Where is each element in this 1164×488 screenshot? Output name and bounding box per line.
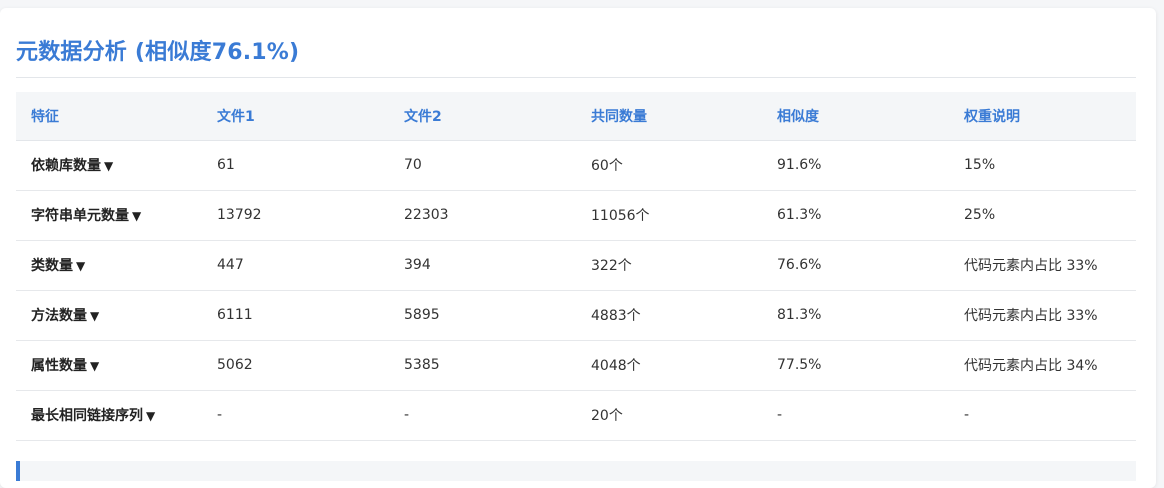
common-cell: 11056个 [576,190,762,241]
weight-cell: 代码元素内占比 33% [949,290,1136,341]
file2-cell: 5385 [389,340,576,391]
weight-cell: 代码元素内占比 34% [949,340,1136,391]
column-header-file1: 文件1 [202,92,389,141]
section-title: 元数据分析 (相似度76.1%) [16,40,300,65]
table-row: 最长相同链接序列 ▼ - - 20个 - - [16,390,1136,441]
file1-cell: - [202,390,389,441]
file1-cell: 5062 [202,340,389,391]
column-header-file2: 文件2 [389,92,576,141]
next-section-panel [16,461,1136,481]
column-header-similarity: 相似度 [762,92,949,141]
feature-cell-string-units[interactable]: 字符串单元数量 ▼ [16,190,202,241]
file1-cell: 61 [202,140,389,191]
common-cell: 4048个 [576,340,762,391]
triangle-down-icon[interactable]: ▼ [146,409,155,423]
file1-cell: 13792 [202,190,389,241]
feature-cell-classes[interactable]: 类数量 ▼ [16,240,202,291]
common-cell: 20个 [576,390,762,441]
feature-label: 属性数量 [31,358,87,374]
weight-cell: 代码元素内占比 33% [949,240,1136,291]
table-row: 方法数量 ▼ 6111 5895 4883个 81.3% 代码元素内占比 33% [16,290,1136,341]
feature-label: 方法数量 [31,308,87,324]
table-row: 字符串单元数量 ▼ 13792 22303 11056个 61.3% 25% [16,190,1136,241]
triangle-down-icon[interactable]: ▼ [90,309,99,323]
feature-cell-fields[interactable]: 属性数量 ▼ [16,340,202,391]
table-row: 依赖库数量 ▼ 61 70 60个 91.6% 15% [16,140,1136,191]
feature-label: 字符串单元数量 [31,208,129,224]
similarity-cell: - [762,390,949,441]
weight-cell: - [949,390,1136,441]
common-cell: 322个 [576,240,762,291]
file2-cell: 70 [389,140,576,191]
file2-cell: 5895 [389,290,576,341]
triangle-down-icon[interactable]: ▼ [104,159,113,173]
table-header-row: 特征 文件1 文件2 共同数量 相似度 权重说明 [16,92,1136,141]
weight-cell: 15% [949,140,1136,191]
file2-cell: - [389,390,576,441]
similarity-cell: 81.3% [762,290,949,341]
feature-label: 依赖库数量 [31,158,101,174]
column-header-feature: 特征 [16,92,202,141]
table-row: 类数量 ▼ 447 394 322个 76.6% 代码元素内占比 33% [16,240,1136,291]
triangle-down-icon[interactable]: ▼ [132,209,141,223]
file1-cell: 447 [202,240,389,291]
next-section-accent-bar [16,461,20,481]
feature-cell-methods[interactable]: 方法数量 ▼ [16,290,202,341]
feature-label: 类数量 [31,258,73,274]
triangle-down-icon[interactable]: ▼ [76,259,85,273]
common-cell: 4883个 [576,290,762,341]
similarity-cell: 77.5% [762,340,949,391]
weight-cell: 25% [949,190,1136,241]
file2-cell: 22303 [389,190,576,241]
similarity-cell: 91.6% [762,140,949,191]
triangle-down-icon[interactable]: ▼ [90,359,99,373]
file1-cell: 6111 [202,290,389,341]
metadata-table: 特征 文件1 文件2 共同数量 相似度 权重说明 依赖库数量 ▼ 61 70 60… [16,92,1136,441]
common-cell: 60个 [576,140,762,191]
feature-cell-longest-link-sequence[interactable]: 最长相同链接序列 ▼ [16,390,202,441]
title-divider [16,77,1136,78]
file2-cell: 394 [389,240,576,291]
similarity-cell: 61.3% [762,190,949,241]
feature-cell-dependencies[interactable]: 依赖库数量 ▼ [16,140,202,191]
column-header-weight: 权重说明 [949,92,1136,141]
column-header-common: 共同数量 [576,92,762,141]
feature-label: 最长相同链接序列 [31,408,143,424]
similarity-cell: 76.6% [762,240,949,291]
table-row: 属性数量 ▼ 5062 5385 4048个 77.5% 代码元素内占比 34% [16,340,1136,391]
